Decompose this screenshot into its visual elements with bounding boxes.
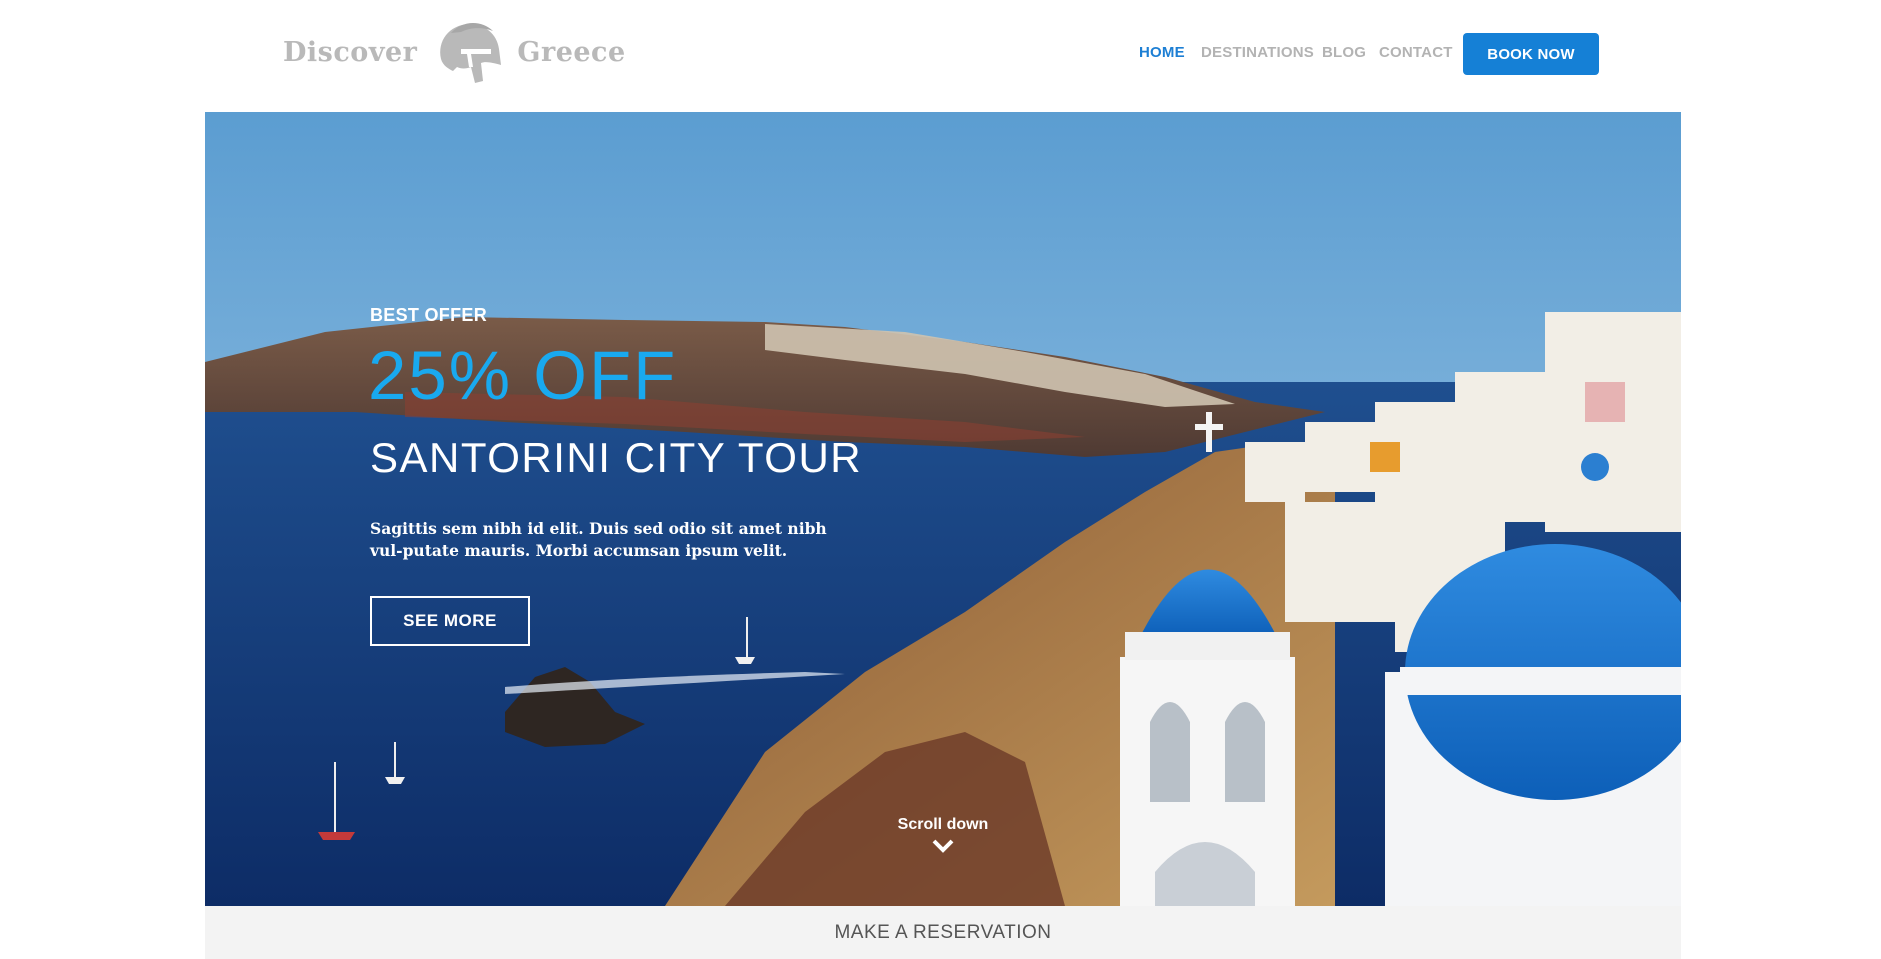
scroll-down-label: Scroll down [897, 816, 989, 833]
scroll-down-link[interactable]: Scroll down [205, 816, 1681, 854]
tour-description: Sagittis sem nibh id elit. Duis sed odio… [370, 519, 827, 560]
nav-item-contact[interactable]: CONTACT [1379, 44, 1453, 61]
tour-title: SANTORINI CITY TOUR [370, 434, 863, 481]
nav-item-destinations[interactable]: DESTINATIONS [1201, 44, 1314, 61]
nav-item-home[interactable]: HOME [1139, 44, 1185, 61]
chevron-down-icon [932, 839, 954, 853]
book-now-button[interactable]: BOOK NOW [1463, 33, 1599, 75]
brand-word-right: Greece [517, 36, 626, 68]
site-header: Discover Greece HOME DESTINATIONS BLOG C… [0, 0, 1881, 112]
offer-discount: 25% OFF [368, 337, 678, 414]
brand-logo[interactable]: Discover Greece [283, 20, 626, 84]
see-more-button[interactable]: SEE MORE [370, 596, 530, 646]
brand-word-left: Discover [283, 36, 418, 68]
make-reservation-label: MAKE A RESERVATION [834, 921, 1052, 943]
offer-eyebrow: BEST OFFER [370, 305, 488, 325]
nav-item-blog[interactable]: BLOG [1322, 44, 1366, 61]
spartan-helmet-icon [440, 22, 502, 83]
make-reservation-bar[interactable]: MAKE A RESERVATION [205, 906, 1681, 959]
santorini-hero-image [205, 112, 1681, 906]
hero-banner: BEST OFFER 25% OFF SANTORINI CITY TOUR S… [205, 112, 1681, 906]
